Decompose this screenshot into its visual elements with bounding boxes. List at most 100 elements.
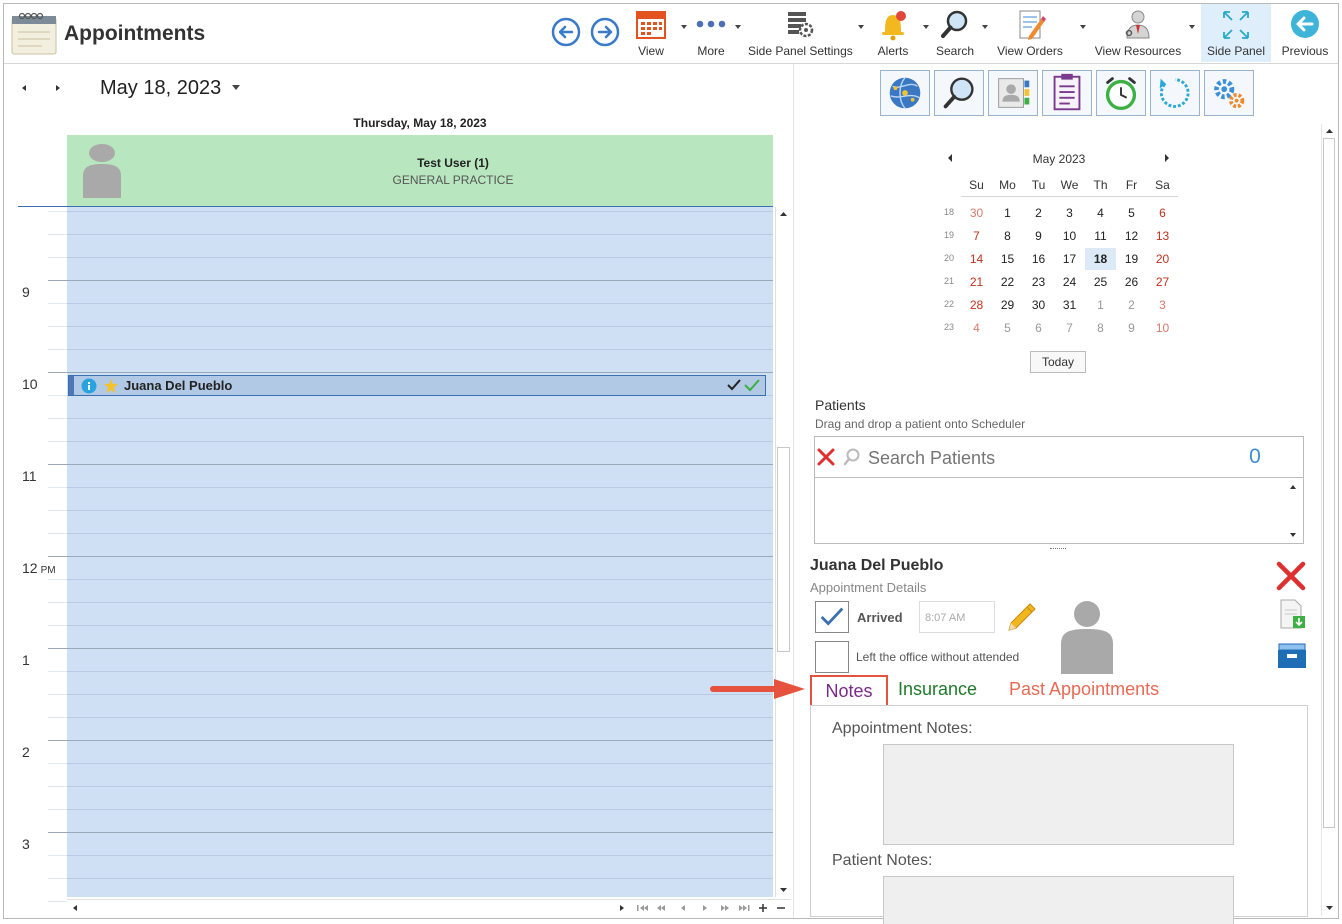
- scroll-up-icon[interactable]: [778, 209, 789, 219]
- left-without-attended-checkbox[interactable]: [815, 641, 849, 673]
- scroll-down-icon[interactable]: [778, 885, 789, 895]
- list-scroll-up-icon[interactable]: [1287, 482, 1299, 492]
- calendar-day[interactable]: 3: [1147, 294, 1178, 316]
- forward-arrow-icon[interactable]: [590, 17, 620, 47]
- schedule-grid[interactable]: [67, 207, 773, 897]
- patient-list[interactable]: [814, 478, 1304, 544]
- calendar-day[interactable]: 3: [1054, 202, 1085, 224]
- calendar-day[interactable]: 20: [1147, 248, 1178, 270]
- calendar-day[interactable]: 11: [1085, 225, 1116, 247]
- calendar-day[interactable]: 12: [1116, 225, 1147, 247]
- delete-appointment-icon[interactable]: [1275, 561, 1307, 591]
- calendar-day[interactable]: 22: [992, 271, 1023, 293]
- previous-button[interactable]: Previous: [1279, 6, 1331, 62]
- view-orders-dropdown-icon[interactable]: [1080, 25, 1086, 29]
- calendar-day[interactable]: 1: [1085, 294, 1116, 316]
- calendar-day[interactable]: 21: [961, 271, 992, 293]
- view-dropdown-icon[interactable]: [681, 25, 687, 29]
- calendar-day[interactable]: 29: [992, 294, 1023, 316]
- calendar-day[interactable]: 24: [1054, 271, 1085, 293]
- prev-day-icon[interactable]: [18, 82, 30, 94]
- calendar-day[interactable]: 8: [992, 225, 1023, 247]
- calendar-day[interactable]: 4: [961, 317, 992, 339]
- globe-network-button[interactable]: [880, 70, 930, 116]
- calendar-day[interactable]: 5: [992, 317, 1023, 339]
- schedule-scroll-thumb[interactable]: [777, 447, 790, 652]
- calendar-day[interactable]: 25: [1085, 271, 1116, 293]
- search-dropdown-icon[interactable]: [982, 25, 988, 29]
- arrived-time-field[interactable]: 8:07 AM: [919, 601, 995, 633]
- calendar-day[interactable]: 8: [1085, 317, 1116, 339]
- view-orders-button[interactable]: View Orders: [994, 6, 1066, 62]
- patient-search-input[interactable]: [868, 444, 1228, 472]
- prev-month-icon[interactable]: [946, 153, 954, 163]
- export-document-icon[interactable]: [1277, 598, 1307, 630]
- side-scroll-down-icon[interactable]: [1324, 903, 1335, 913]
- patient-notes-textarea[interactable]: [883, 876, 1234, 924]
- contact-card-button[interactable]: [988, 70, 1038, 116]
- calendar-day[interactable]: 30: [1023, 294, 1054, 316]
- pencil-icon[interactable]: [1003, 600, 1039, 634]
- calendar-day[interactable]: 9: [1023, 225, 1054, 247]
- calendar-day[interactable]: 16: [1023, 248, 1054, 270]
- appointment-notes-textarea[interactable]: [883, 744, 1234, 845]
- view-button[interactable]: View: [630, 6, 672, 62]
- today-button[interactable]: Today: [1030, 351, 1086, 373]
- view-resources-button[interactable]: View Resources: [1094, 6, 1182, 62]
- calendar-day[interactable]: 10: [1054, 225, 1085, 247]
- calendar-day[interactable]: 19: [1116, 248, 1147, 270]
- more-button[interactable]: More: [690, 6, 732, 62]
- side-panel-settings-button[interactable]: Side Panel Settings: [748, 6, 853, 62]
- scroll-left-icon[interactable]: [70, 903, 80, 913]
- calendar-day[interactable]: 7: [1054, 317, 1085, 339]
- side-scroll-up-icon[interactable]: [1324, 126, 1335, 136]
- info-icon[interactable]: [81, 378, 97, 394]
- search-button[interactable]: Search: [934, 6, 976, 62]
- splitter-grip[interactable]: [1050, 548, 1066, 551]
- calendar-day[interactable]: 18: [1085, 248, 1116, 270]
- list-scroll-down-icon[interactable]: [1287, 530, 1299, 540]
- refresh-button[interactable]: [1150, 70, 1200, 116]
- back-arrow-icon[interactable]: [551, 17, 581, 47]
- calendar-day[interactable]: 26: [1116, 271, 1147, 293]
- next-day-icon[interactable]: [52, 82, 64, 94]
- side-panel-settings-dropdown-icon[interactable]: [858, 25, 864, 29]
- calendar-day[interactable]: 10: [1147, 317, 1178, 339]
- calendar-day[interactable]: 14: [961, 248, 992, 270]
- side-panel-button[interactable]: Side Panel: [1201, 4, 1271, 62]
- calendar-day[interactable]: 30: [961, 202, 992, 224]
- tab-notes[interactable]: Notes: [810, 675, 888, 707]
- calendar-day[interactable]: 2: [1023, 202, 1054, 224]
- calendar-day[interactable]: 6: [1147, 202, 1178, 224]
- calendar-day[interactable]: 15: [992, 248, 1023, 270]
- calendar-day[interactable]: 28: [961, 294, 992, 316]
- clear-search-icon[interactable]: [816, 447, 836, 467]
- arrived-checkbox[interactable]: [815, 601, 849, 633]
- clipboard-list-button[interactable]: [1042, 70, 1092, 116]
- tab-insurance[interactable]: Insurance: [898, 679, 977, 700]
- calendar-day[interactable]: 27: [1147, 271, 1178, 293]
- alerts-button[interactable]: Alerts: [872, 6, 914, 62]
- side-panel-scroll-thumb[interactable]: [1323, 138, 1335, 828]
- next-month-icon[interactable]: [1163, 153, 1171, 163]
- more-dropdown-icon[interactable]: [735, 25, 741, 29]
- calendar-day[interactable]: 5: [1116, 202, 1147, 224]
- calendar-day[interactable]: 2: [1116, 294, 1147, 316]
- calendar-day[interactable]: 17: [1054, 248, 1085, 270]
- archive-icon[interactable]: [1275, 642, 1309, 670]
- calendar-day[interactable]: 13: [1147, 225, 1178, 247]
- calendar-day[interactable]: 7: [961, 225, 992, 247]
- calendar-day[interactable]: 9: [1116, 317, 1147, 339]
- panel-divider[interactable]: [793, 64, 794, 918]
- tab-past-appointments[interactable]: Past Appointments: [1009, 679, 1159, 700]
- view-resources-dropdown-icon[interactable]: [1189, 25, 1195, 29]
- date-dropdown-icon[interactable]: [232, 85, 240, 90]
- calendar-day[interactable]: 1: [992, 202, 1023, 224]
- current-date[interactable]: May 18, 2023: [100, 77, 221, 100]
- calendar-day[interactable]: 4: [1085, 202, 1116, 224]
- resource-navigator-icon[interactable]: [617, 903, 787, 913]
- calendar-day[interactable]: 31: [1054, 294, 1085, 316]
- calendar-day[interactable]: 23: [1023, 271, 1054, 293]
- alerts-dropdown-icon[interactable]: [923, 25, 929, 29]
- settings-gears-button[interactable]: [1204, 70, 1254, 116]
